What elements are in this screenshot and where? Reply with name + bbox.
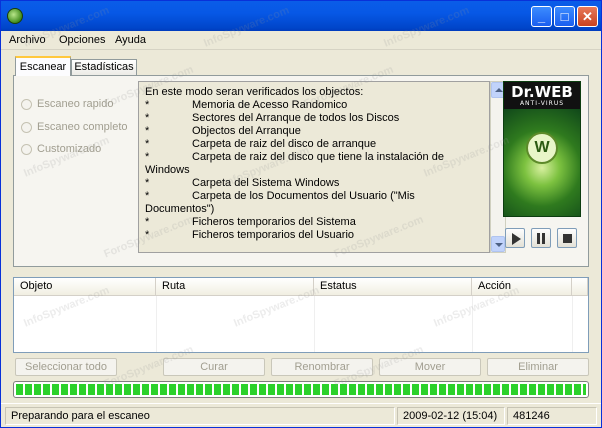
info-bullet: * <box>145 151 150 163</box>
col-estatus[interactable]: Estatus <box>314 278 472 296</box>
logo-subtitle: ANTI-VIRUS <box>519 100 565 107</box>
menu-opciones[interactable]: Opciones <box>59 34 105 46</box>
info-bullet: * <box>145 125 150 137</box>
info-item: Ficheros temporarios del Usuario <box>192 229 355 241</box>
maximize-icon[interactable]: □ <box>554 6 575 27</box>
menu-archivo[interactable]: Archivo <box>9 34 46 46</box>
stop-icon <box>563 234 572 243</box>
info-item: Carpeta del Sistema Windows <box>192 177 340 189</box>
minimize-icon[interactable]: _ <box>531 6 552 27</box>
info-item: Memoria de Acesso Randomico <box>192 99 348 111</box>
column-divider <box>156 296 157 352</box>
status-bar: Preparando para el escaneo 2009-02-12 (1… <box>1 403 601 427</box>
radio-label-customizado: Customizado <box>37 143 102 155</box>
info-item: Carpeta de los Documentos del Usuario ("… <box>192 190 415 202</box>
main-window: _ □ ✕ Archivo Opciones Ayuda Escanear Es… <box>0 0 602 428</box>
info-bullet: * <box>145 190 150 202</box>
status-message: Preparando para el escaneo <box>5 407 395 425</box>
info-bullet: * <box>145 138 150 150</box>
info-item: Carpeta de raiz del disco que tiene la i… <box>192 151 444 163</box>
select-all-button[interactable]: Seleccionar todo <box>15 358 117 376</box>
info-bullet: * <box>145 99 150 111</box>
play-button[interactable] <box>505 228 525 248</box>
tab-escanear[interactable]: Escanear <box>15 56 71 76</box>
cure-button[interactable]: Curar <box>163 358 265 376</box>
col-filler <box>572 278 588 296</box>
info-bullet: * <box>145 229 150 241</box>
col-objeto[interactable]: Objeto <box>14 278 156 296</box>
column-divider <box>472 296 473 352</box>
radio-label-escaneo-completo: Escaneo completo <box>37 121 128 133</box>
info-intro: En este modo seran verificados los objec… <box>145 86 364 98</box>
title-bar[interactable]: _ □ ✕ <box>1 1 601 31</box>
status-count: 481246 <box>507 407 597 425</box>
radio-escaneo-completo[interactable] <box>21 122 32 133</box>
info-wrap-windows: Windows <box>145 164 190 176</box>
info-bullet: * <box>145 216 150 228</box>
scroll-down-icon[interactable] <box>491 236 505 252</box>
column-divider <box>314 296 315 352</box>
logo-header: Dr.WEB ANTI-VIRUS <box>504 82 580 109</box>
logo-mark: W <box>526 132 558 164</box>
col-accion[interactable]: Acción <box>472 278 572 296</box>
close-icon[interactable]: ✕ <box>577 6 598 27</box>
move-button[interactable]: Mover <box>379 358 481 376</box>
info-bullet: * <box>145 177 150 189</box>
progress-fill <box>16 384 586 395</box>
pause-button[interactable] <box>531 228 551 248</box>
radio-escaneo-rapido[interactable] <box>21 99 32 110</box>
stop-button[interactable] <box>557 228 577 248</box>
spider-emblem-icon: W <box>504 109 580 216</box>
drweb-logo: Dr.WEB ANTI-VIRUS W <box>503 81 581 217</box>
info-item: Carpeta de raiz del disco de arranque <box>192 138 377 150</box>
radio-customizado[interactable] <box>21 144 32 155</box>
rename-button[interactable]: Renombrar <box>271 358 373 376</box>
info-item: Sectores del Arranque de todos los Disco… <box>192 112 400 124</box>
delete-button[interactable]: Eliminar <box>487 358 589 376</box>
info-wrap-documentos: Documentos") <box>145 203 215 215</box>
play-icon <box>512 233 521 245</box>
status-datetime: 2009-02-12 (15:04) <box>397 407 505 425</box>
tab-estadisticas[interactable]: Estadísticas <box>71 59 137 76</box>
radio-label-escaneo-rapido: Escaneo rapido <box>37 98 114 110</box>
dr-web-spider-icon <box>7 8 23 24</box>
info-item: Ficheros temporarios del Sistema <box>192 216 356 228</box>
column-divider <box>572 296 573 352</box>
scan-info-box: En este modo seran verificados los objec… <box>138 81 490 253</box>
logo-title: Dr.WEB <box>511 83 573 101</box>
menu-bar: Archivo Opciones Ayuda <box>1 31 601 50</box>
col-ruta[interactable]: Ruta <box>156 278 314 296</box>
info-item: Objectos del Arranque <box>192 125 301 137</box>
results-table[interactable]: Objeto Ruta Estatus Acción <box>13 277 589 353</box>
scan-progress-bar <box>13 381 589 398</box>
menu-ayuda[interactable]: Ayuda <box>115 34 146 46</box>
pause-icon <box>537 233 540 244</box>
info-bullet: * <box>145 112 150 124</box>
